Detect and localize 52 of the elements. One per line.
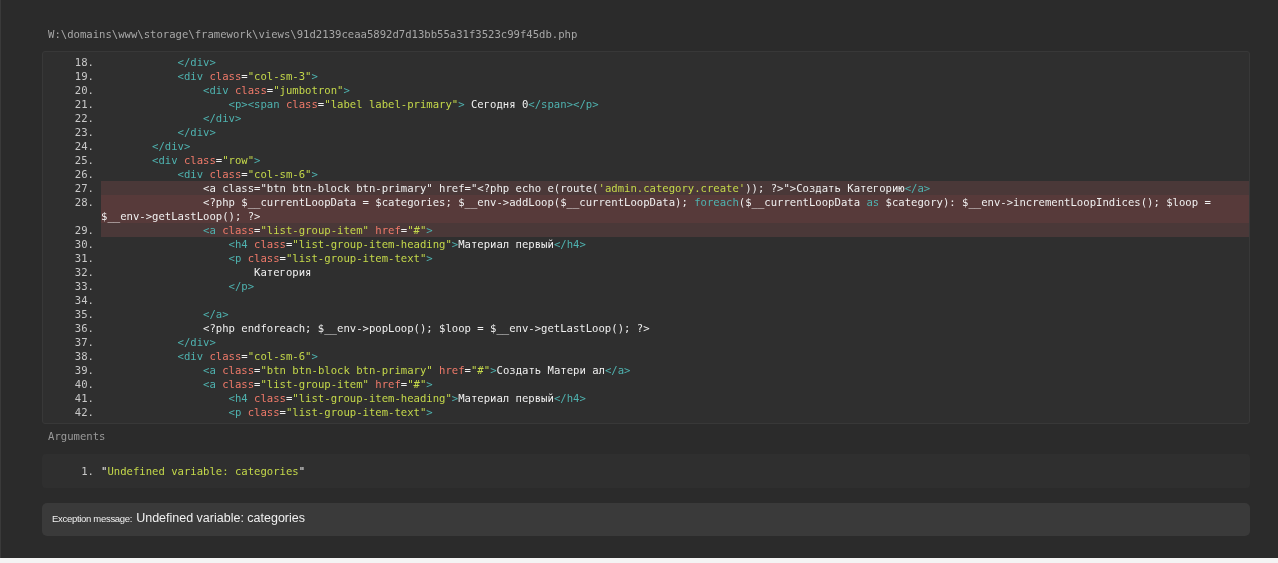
- line-number: 39.: [74, 363, 94, 377]
- line-number: 37.: [74, 335, 94, 349]
- code-line: <a class="list-group-item" href="#">: [202, 377, 434, 391]
- line-number: 34.: [74, 293, 94, 307]
- line-number: 22.: [74, 111, 94, 125]
- code-line: </div>: [202, 111, 243, 125]
- file-path: W:\domains\www\storage\framework\views\91d2139ceaa5892d7d13bb55a31f3523c99f45db.php: [47, 28, 579, 42]
- code-line: <div class="jumbotron">: [202, 83, 351, 97]
- line-number: 30.: [74, 237, 94, 251]
- line-number: 35.: [74, 307, 94, 321]
- code-line: <p class="list-group-item-text">: [227, 251, 434, 265]
- code-line: </a>: [202, 307, 230, 321]
- code-line: <div class="col-sm-6">: [176, 167, 319, 181]
- line-number: 32.: [74, 265, 94, 279]
- code-line: Категория: [253, 265, 313, 279]
- line-number: 31.: [74, 251, 94, 265]
- exception-label: Exception message:: [52, 513, 133, 524]
- line-number: 42.: [74, 405, 94, 419]
- section-heading: Arguments: [47, 429, 107, 444]
- line-number: 29.: [74, 223, 94, 237]
- line-number: 21.: [74, 97, 94, 111]
- code-line: </div>: [176, 55, 217, 69]
- line-number: 19.: [74, 69, 94, 83]
- code-line: <p><span class="label label-primary"> Сегодня 0</span></p>: [227, 97, 600, 111]
- line-number: 20.: [74, 83, 94, 97]
- list-number: 1.: [80, 464, 94, 478]
- code-line: <a class="btn btn-block btn-primary" href="#">Создать Матери ал</a>: [202, 363, 632, 377]
- code-line: <p class="list-group-item-text">: [227, 405, 434, 419]
- code-line: </div>: [176, 125, 217, 139]
- code-line: <h4 class="list-group-item-heading">Материал первый</h4>: [227, 391, 587, 405]
- code-line: </div>: [151, 139, 192, 153]
- code-line: <?php endforeach; $__env->popLoop(); $loop = $__env->getLastLoop(); ?>: [202, 321, 651, 335]
- argument-value: "Undefined variable: categories": [101, 464, 306, 478]
- line-number: 26.: [74, 167, 94, 181]
- line-number: 24.: [74, 139, 94, 153]
- code-line: <div class="col-sm-3">: [176, 69, 319, 83]
- code-line: <div class="row">: [151, 153, 262, 167]
- code-line: </p>: [227, 279, 256, 293]
- line-number: 25.: [74, 153, 94, 167]
- line-number: 27.: [74, 181, 94, 195]
- line-number: 38.: [74, 349, 94, 363]
- line-number: 41.: [74, 391, 94, 405]
- line-number: 23.: [74, 125, 94, 139]
- line-number: 36.: [74, 321, 94, 335]
- line-number: 18.: [74, 55, 94, 69]
- line-number: 40.: [74, 377, 94, 391]
- line-number: 33.: [74, 279, 94, 293]
- code-line: <h4 class="list-group-item-heading">Материал первый</h4>: [227, 237, 587, 251]
- exception-message: Undefined variable: categories: [136, 511, 305, 525]
- code-line: <div class="col-sm-6">: [176, 349, 319, 363]
- line-number: 28.: [74, 195, 94, 210]
- code-line: </div>: [176, 335, 217, 349]
